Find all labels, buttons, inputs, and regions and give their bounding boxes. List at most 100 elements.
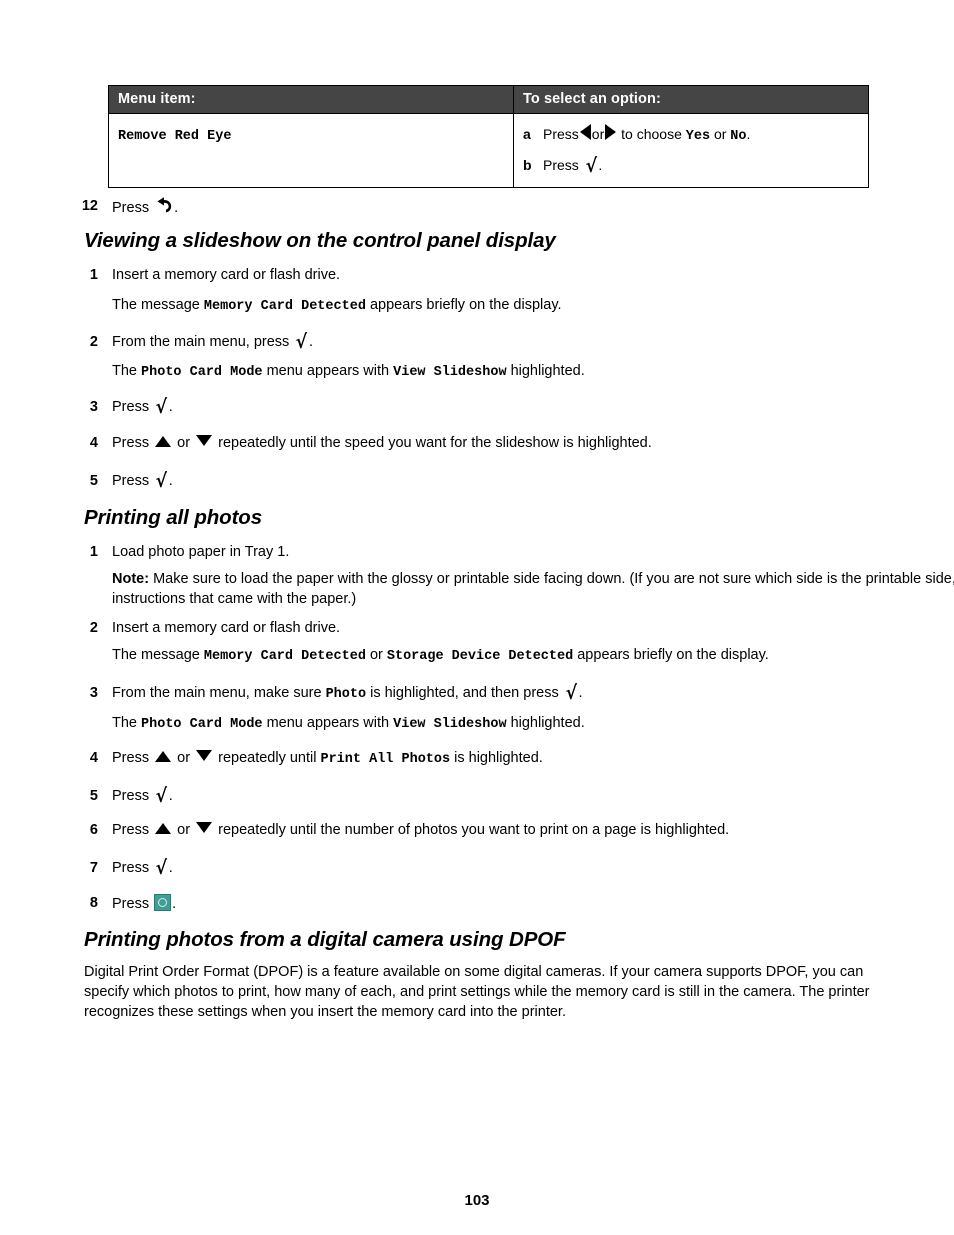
printall-step-4-number: 4: [89, 750, 98, 766]
slideshow-step-3-pre: Press: [112, 399, 150, 415]
step-12-pre: Press: [112, 200, 150, 216]
slideshow-step-4-mid: or: [177, 435, 191, 451]
substep-b-pre: Press: [543, 157, 579, 174]
slideshow-step-2-number: 2: [89, 334, 98, 350]
substep-b-end: .: [598, 157, 603, 174]
printall-step-1: 1 Load photo paper in Tray 1.: [0, 543, 954, 563]
substep-a-body: Press or to choose Yes or No.: [543, 124, 859, 146]
menu-photo: Photo: [325, 687, 367, 702]
msg-suffix: appears briefly on the display.: [573, 647, 769, 663]
printall-mode-paragraph: The Photo Card Mode menu appears with Vi…: [0, 713, 954, 735]
document-page: Menu item: To select an option: Remove R…: [0, 0, 954, 1235]
up-arrow-icon: [155, 823, 172, 834]
up-arrow-icon: [155, 751, 172, 762]
printall-step-4-pre: Press: [112, 750, 150, 766]
slideshow-mode-paragraph: The Photo Card Mode menu appears with Vi…: [0, 361, 954, 383]
printall-step-4-tail: is highlighted.: [454, 750, 543, 766]
down-arrow-icon: [196, 750, 213, 761]
substep-a-end: .: [746, 126, 751, 142]
printall-step-8-text: Press .: [112, 894, 176, 912]
printall-step-5-pre: Press: [112, 788, 150, 804]
slideshow-step-5-pre: Press: [112, 473, 150, 489]
step-12-end: .: [174, 200, 179, 216]
printall-step-3-end: .: [578, 685, 583, 701]
substep-a-post: to choose: [621, 126, 682, 142]
printall-step-5-end: .: [168, 788, 173, 804]
step-12-text: Press .: [112, 197, 179, 216]
slideshow-step-2-pre: From the main menu, press: [112, 334, 290, 350]
printall-step-7: 7 Press √.: [0, 859, 954, 879]
substep-b-body: Press √.: [543, 155, 603, 178]
printall-step-3-pre: From the main menu, make sure: [112, 685, 322, 701]
mode-mid: menu appears with: [262, 363, 394, 379]
slideshow-step-3-end: .: [168, 399, 173, 415]
note-text: Make sure to load the paper with the glo…: [112, 571, 954, 607]
slideshow-step-3-number: 3: [89, 399, 98, 415]
printall-step-3-text: From the main menu, make sure Photo is h…: [112, 682, 583, 704]
printall-step-8-number: 8: [89, 895, 98, 911]
back-arrow-icon: [154, 197, 173, 216]
option-no: No: [730, 129, 747, 144]
printall-note: Note: Make sure to load the paper with t…: [0, 569, 954, 609]
section-heading-slideshow: Viewing a slideshow on the control panel…: [84, 229, 556, 252]
msg-suffix: appears briefly on the display.: [365, 297, 562, 313]
slideshow-step-2: 2 From the main menu, press √.: [0, 333, 954, 353]
msg-or: or: [365, 647, 387, 663]
option-yes: Yes: [685, 129, 711, 144]
message-memory-card-detected: Memory Card Detected: [203, 299, 366, 314]
slideshow-step-5-text: Press √.: [112, 470, 173, 492]
substep-a-label: a: [523, 126, 531, 142]
section-heading-dpof: Printing photos from a digital camera us…: [84, 928, 566, 951]
slideshow-step-4-text: Press or repeatedly until the speed you …: [112, 435, 652, 451]
right-arrow-icon: [605, 124, 617, 140]
menu-view-slideshow: View Slideshow: [393, 365, 507, 380]
printall-step-4-post: repeatedly until: [218, 750, 317, 766]
mode-mid: menu appears with: [262, 715, 394, 731]
left-arrow-icon: [579, 124, 591, 140]
printall-step-3: 3 From the main menu, make sure Photo is…: [0, 684, 954, 704]
printall-step-3-number: 3: [89, 685, 98, 701]
message-storage-device-detected: Storage Device Detected: [386, 649, 574, 664]
slideshow-step-5-number: 5: [89, 473, 98, 489]
up-arrow-icon: [155, 436, 172, 447]
printall-step-7-text: Press √.: [112, 857, 173, 879]
printall-step-4-text: Press or repeatedly until Print All Phot…: [112, 750, 543, 767]
printall-step-6-mid: or: [177, 822, 191, 838]
substep-a-or: or: [713, 126, 727, 142]
printall-step-6: 6 Press or repeatedly until the number o…: [0, 821, 954, 841]
slideshow-step-4-pre: Press: [112, 435, 150, 451]
page-number: 103: [464, 1192, 490, 1209]
printall-step-1-number: 1: [89, 544, 98, 560]
printall-step-6-text: Press or repeatedly until the number of …: [112, 822, 729, 838]
slideshow-step-1: 1 Insert a memory card or flash drive.: [0, 266, 954, 286]
message-memory-card-detected: Memory Card Detected: [203, 649, 366, 664]
mode-prefix: The: [112, 363, 142, 379]
printall-step-6-pre: Press: [112, 822, 150, 838]
step-12: 12 Press .: [0, 197, 954, 219]
printall-step-8: 8 Press .: [0, 894, 954, 915]
printall-step-7-number: 7: [89, 860, 98, 876]
printall-step-7-pre: Press: [112, 860, 150, 876]
printall-step-5-text: Press √.: [112, 785, 173, 807]
substep-b-label: b: [523, 157, 532, 174]
menu-view-slideshow: View Slideshow: [393, 717, 507, 732]
printall-step-4-mid: or: [177, 750, 191, 766]
table-header-row: Menu item: To select an option:: [108, 85, 869, 114]
slideshow-message-paragraph: The message Memory Card Detected appears…: [0, 295, 954, 317]
printall-step-2-number: 2: [89, 620, 98, 636]
printall-step-1-text: Load photo paper in Tray 1.: [112, 544, 290, 560]
printall-step-2: 2 Insert a memory card or flash drive.: [0, 619, 954, 639]
substep-a: a Press or to choose Yes or No.: [523, 124, 859, 146]
dpof-paragraph: Digital Print Order Format (DPOF) is a f…: [84, 964, 870, 1020]
slideshow-step-3-text: Press √.: [112, 396, 173, 418]
down-arrow-icon: [196, 822, 213, 833]
slideshow-step-4: 4 Press or repeatedly until the speed yo…: [0, 434, 954, 454]
printall-step-7-end: .: [168, 860, 173, 876]
printall-step-5: 5 Press √.: [0, 787, 954, 807]
start-button-icon: [154, 894, 172, 911]
printall-step-3-post: is highlighted, and then press: [370, 685, 559, 701]
substep-b: b Press √.: [523, 155, 859, 178]
section-heading-printing-all-photos: Printing all photos: [84, 506, 263, 529]
note-label: Note:: [112, 571, 150, 587]
mode-suffix: highlighted.: [506, 363, 585, 379]
